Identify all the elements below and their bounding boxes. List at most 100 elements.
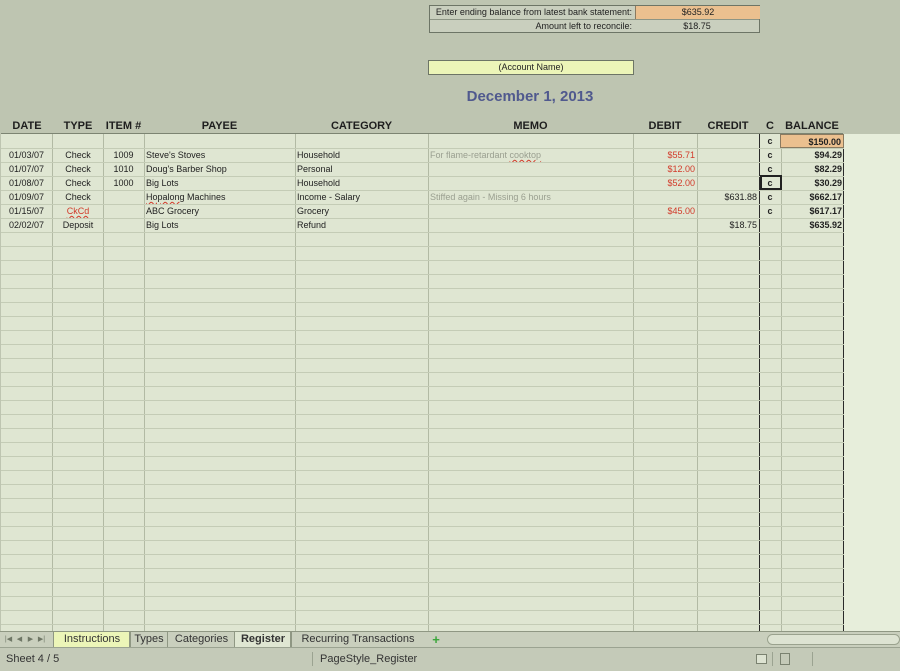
- cell-debit[interactable]: $55.71: [633, 148, 697, 162]
- selection-mode-icon[interactable]: [756, 654, 767, 664]
- row-divider: [1, 386, 844, 387]
- cell-item[interactable]: 1000: [103, 176, 144, 190]
- row-divider: [1, 526, 844, 527]
- header-credit[interactable]: CREDIT: [697, 119, 759, 133]
- tab-instructions[interactable]: Instructions: [53, 632, 131, 648]
- cell-debit[interactable]: $12.00: [633, 162, 697, 176]
- tab-register[interactable]: Register: [234, 632, 292, 648]
- row-divider: [1, 610, 844, 611]
- cell-category[interactable]: Refund: [295, 218, 428, 232]
- cell-category[interactable]: Grocery: [295, 204, 428, 218]
- cell-credit[interactable]: $18.75: [697, 218, 759, 232]
- cell-type[interactable]: Deposit: [53, 218, 103, 232]
- cell-payee[interactable]: Big Lots: [144, 218, 295, 232]
- header-payee[interactable]: PAYEE: [144, 119, 295, 133]
- cell-type[interactable]: Check: [53, 162, 103, 176]
- cell-category[interactable]: Household: [295, 148, 428, 162]
- cell-category[interactable]: Income - Salary: [295, 190, 428, 204]
- header-memo[interactable]: MEMO: [428, 119, 633, 133]
- cell-credit[interactable]: [697, 162, 759, 176]
- header-c[interactable]: C: [759, 119, 781, 133]
- cell-item[interactable]: 1009: [103, 148, 144, 162]
- empty-sheet-area[interactable]: [844, 134, 900, 631]
- starting-balance-cell[interactable]: $150.00: [780, 134, 844, 148]
- cell-payee[interactable]: Steve's Stoves: [144, 148, 295, 162]
- amount-left-row: Amount left to reconcile: $18.75: [430, 20, 759, 33]
- cell-date[interactable]: 01/07/07: [1, 162, 52, 176]
- ending-balance-input[interactable]: $635.92: [635, 6, 760, 19]
- cell-payee[interactable]: Big Lots: [144, 176, 295, 190]
- cell-payee[interactable]: Hopalong Machines: [144, 190, 295, 204]
- header-item[interactable]: ITEM #: [103, 119, 144, 133]
- cell-date[interactable]: 01/15/07: [1, 204, 52, 218]
- cell-balance[interactable]: $617.17: [781, 204, 844, 218]
- cell-date[interactable]: 01/09/07: [1, 190, 52, 204]
- horizontal-scrollbar[interactable]: [767, 634, 900, 645]
- row-divider: [1, 624, 844, 625]
- cell-memo[interactable]: [428, 162, 633, 176]
- document-modified-icon[interactable]: [780, 653, 790, 665]
- spellcheck-word: Hopalong: [146, 192, 185, 202]
- cell-date[interactable]: 01/03/07: [1, 148, 52, 162]
- account-name-cell[interactable]: (Account Name): [428, 60, 634, 75]
- cell-debit[interactable]: $45.00: [633, 204, 697, 218]
- cell-credit[interactable]: $631.88: [697, 190, 759, 204]
- header-type[interactable]: TYPE: [53, 119, 103, 133]
- cell-c[interactable]: c: [759, 162, 781, 176]
- cell-item[interactable]: [103, 218, 144, 232]
- cell-balance[interactable]: $662.17: [781, 190, 844, 204]
- cell-type[interactable]: CkCd: [53, 204, 103, 218]
- cell-type[interactable]: Check: [53, 148, 103, 162]
- cell-memo[interactable]: Stiffed again - Missing 6 hours: [428, 190, 633, 204]
- cell-category[interactable]: Household: [295, 176, 428, 190]
- cell-payee[interactable]: ABC Grocery: [144, 204, 295, 218]
- cell-type[interactable]: Check: [53, 176, 103, 190]
- cell-debit[interactable]: [633, 190, 697, 204]
- cell-balance[interactable]: $82.29: [781, 162, 844, 176]
- header-date[interactable]: DATE: [2, 119, 52, 133]
- header-category[interactable]: CATEGORY: [295, 119, 428, 133]
- cell-date[interactable]: 02/02/07: [1, 218, 52, 232]
- cell-memo[interactable]: [428, 204, 633, 218]
- cell-credit[interactable]: [697, 204, 759, 218]
- cell-item[interactable]: [103, 190, 144, 204]
- prev-sheet-icon[interactable]: ◀: [15, 635, 24, 644]
- cell-credit[interactable]: [697, 148, 759, 162]
- tab-types[interactable]: Types: [129, 632, 168, 647]
- starting-c-cell[interactable]: c: [759, 134, 781, 148]
- status-bar: Sheet 4 / 5 PageStyle_Register: [0, 647, 900, 671]
- tab-categories[interactable]: Categories: [167, 632, 235, 647]
- cell-debit[interactable]: $52.00: [633, 176, 697, 190]
- plus-icon[interactable]: +: [428, 633, 444, 646]
- cell-balance[interactable]: $94.29: [781, 148, 844, 162]
- reconcile-box: Enter ending balance from latest bank st…: [429, 5, 760, 33]
- last-sheet-icon[interactable]: ▶|: [37, 635, 46, 644]
- cell-c[interactable]: c: [759, 204, 781, 218]
- cell-type[interactable]: Check: [53, 190, 103, 204]
- status-divider: [772, 652, 773, 666]
- header-debit[interactable]: DEBIT: [633, 119, 697, 133]
- cell-memo[interactable]: [428, 218, 633, 232]
- cell-date[interactable]: 01/08/07: [1, 176, 52, 190]
- cell-item[interactable]: 1010: [103, 162, 144, 176]
- cell-credit[interactable]: [697, 176, 759, 190]
- cell-c[interactable]: c: [759, 148, 781, 162]
- row-divider: [1, 582, 844, 583]
- cell-debit[interactable]: [633, 218, 697, 232]
- cell-payee[interactable]: Doug's Barber Shop: [144, 162, 295, 176]
- cell-category[interactable]: Personal: [295, 162, 428, 176]
- cell-balance[interactable]: $30.29: [781, 176, 844, 190]
- cell-memo[interactable]: [428, 176, 633, 190]
- row-divider: [1, 456, 844, 457]
- next-sheet-icon[interactable]: ▶: [26, 635, 35, 644]
- register-grid[interactable]: $150.00 c 01/03/07 Check 1009 Steve's Stove…: [1, 134, 844, 631]
- cell-item[interactable]: [103, 204, 144, 218]
- first-sheet-icon[interactable]: |◀: [4, 635, 13, 644]
- cell-c[interactable]: c: [759, 190, 781, 204]
- cell-balance[interactable]: $635.92: [781, 218, 844, 232]
- row-divider: [1, 512, 844, 513]
- tab-recurring-transactions[interactable]: Recurring Transactions: [290, 632, 425, 647]
- header-balance[interactable]: BALANCE: [781, 119, 843, 133]
- cell-c[interactable]: [759, 218, 781, 232]
- cell-memo[interactable]: For flame-retardant cooktop: [428, 148, 633, 162]
